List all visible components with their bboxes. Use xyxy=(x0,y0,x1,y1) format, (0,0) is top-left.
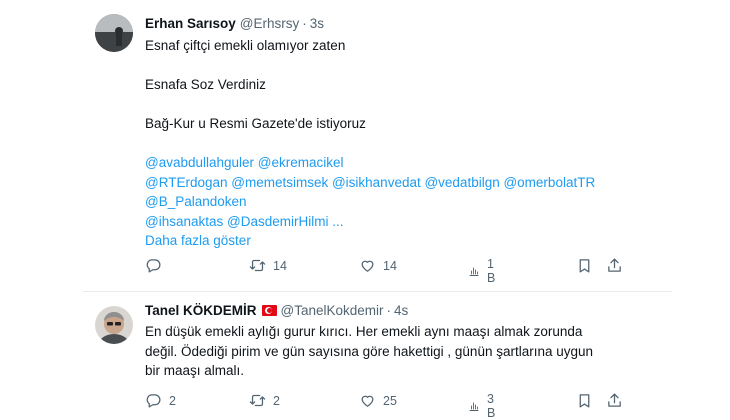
tweet-1[interactable]: Erhan Sarısoy @Erhsrsy · 3s Esnaf çiftçi… xyxy=(0,0,730,292)
text-line: Esnaf çiftçi emekli olamıyor zaten xyxy=(145,38,346,53)
text-line: Bağ-Kur u Resmi Gazete'de istiyoruz xyxy=(145,116,366,131)
like-count: 25 xyxy=(383,393,397,408)
bookmark-button[interactable] xyxy=(576,392,593,409)
separator-dot: · xyxy=(302,16,307,31)
turkey-flag-icon xyxy=(261,305,277,316)
timestamp[interactable]: 3s xyxy=(310,16,324,31)
like-icon xyxy=(361,395,374,407)
separator-dot: · xyxy=(386,303,392,318)
mention-line[interactable]: @avabdullahguler @ekremacikel xyxy=(145,153,595,173)
retweet-count: 14 xyxy=(273,258,287,273)
like-button[interactable]: 14 xyxy=(359,257,397,274)
show-more-link[interactable]: Daha fazla göster xyxy=(145,231,595,251)
user-handle[interactable]: @TanelKokdemir xyxy=(281,303,384,318)
retweet-icon xyxy=(249,394,266,407)
reply-button[interactable]: 2 xyxy=(145,392,176,409)
user-handle[interactable]: @Erhsrsy xyxy=(240,16,299,31)
tweet-text: Esnaf çiftçi emekli olamıyor zaten Esnaf… xyxy=(145,36,595,251)
reply-count: 2 xyxy=(169,393,176,408)
tweet-2[interactable]: Tanel KÖKDEMİR @TanelKokdemir · 4s En dü… xyxy=(0,292,730,420)
timestamp[interactable]: 4s xyxy=(394,303,408,318)
share-button[interactable] xyxy=(606,392,623,409)
retweet-count: 2 xyxy=(273,393,280,408)
text-line: Esnafa Soz Verdiniz xyxy=(145,77,266,92)
avatar[interactable] xyxy=(95,306,133,344)
mention-line[interactable]: @RTErdogan @memetsimsek @isikhanvedat @v… xyxy=(145,173,595,193)
bookmark-button[interactable] xyxy=(576,257,593,274)
tweet-header: Tanel KÖKDEMİR @TanelKokdemir · 4s xyxy=(145,303,408,318)
reply-icon xyxy=(146,259,161,273)
retweet-icon xyxy=(249,259,266,272)
text-line: bir maaşı almalı. xyxy=(145,363,245,378)
mention-line[interactable]: @B_Palandoken xyxy=(145,192,595,212)
share-button[interactable] xyxy=(606,257,623,274)
mention-line[interactable]: @ihsanaktas @DasdemirHilmi ... xyxy=(145,212,595,232)
like-button[interactable]: 25 xyxy=(359,392,397,409)
text-line: En düşük emekli aylığı gurur kırıcı. Her… xyxy=(145,324,583,339)
bookmark-icon xyxy=(579,259,590,273)
bookmark-icon xyxy=(579,394,590,408)
display-name[interactable]: Erhan Sarısoy xyxy=(145,16,236,31)
views-button[interactable]: 3 B xyxy=(468,392,500,420)
avatar[interactable] xyxy=(95,14,133,52)
share-icon xyxy=(608,393,621,407)
reply-icon xyxy=(146,394,161,408)
tweet-header: Erhan Sarısoy @Erhsrsy · 3s xyxy=(145,16,324,31)
tweet-text: En düşük emekli aylığı gurur kırıcı. Her… xyxy=(145,322,625,381)
views-count: 3 B xyxy=(487,392,496,420)
like-icon xyxy=(361,260,374,272)
views-icon xyxy=(469,267,479,276)
reply-button[interactable] xyxy=(145,257,169,274)
share-icon xyxy=(608,258,621,272)
text-line: değil. Ödediği pirim ve gün sayısına gör… xyxy=(145,343,594,359)
display-name[interactable]: Tanel KÖKDEMİR xyxy=(145,303,257,318)
views-icon xyxy=(469,402,479,411)
retweet-button[interactable]: 14 xyxy=(249,257,287,274)
views-button[interactable]: 1 B xyxy=(468,257,500,285)
views-count: 1 B xyxy=(487,257,496,285)
retweet-button[interactable]: 2 xyxy=(249,392,280,409)
like-count: 14 xyxy=(383,258,397,273)
